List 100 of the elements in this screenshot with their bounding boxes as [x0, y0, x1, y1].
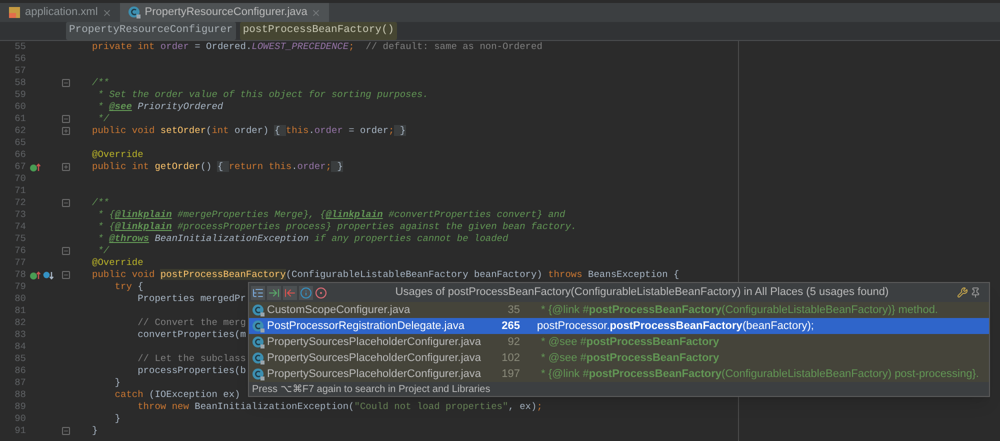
usage-snippet: * @see #postProcessBeanFactory — [540, 350, 720, 366]
code-line: } — [114, 412, 121, 426]
line-number: 60 — [14, 100, 26, 114]
line-number: 102 — [500, 350, 520, 366]
file-name: PropertySourcesPlaceholderConfigurer.java — [267, 366, 482, 382]
footer-hint: Press ⌥⌘F7 again to search in Project and Libraries — [252, 382, 490, 396]
class-file-icon — [252, 368, 265, 380]
code-line: // Convert the merg — [136, 316, 246, 330]
line-number: 86 — [14, 364, 26, 378]
code-line: } — [92, 424, 98, 438]
code-line: throw new BeanInitializationException("Could not load properties", ex); — [136, 400, 542, 414]
line-number: 83 — [14, 328, 26, 342]
overridden-marker-icon[interactable] — [43, 270, 54, 280]
usage-row[interactable]: PostProcessorRegistrationDelegate.java 265 postProcessor.postProcessBeanFactory(beanFactory); — [249, 318, 989, 334]
close-icon[interactable] — [102, 8, 112, 18]
fold-icon[interactable] — [62, 199, 70, 207]
file-name: CustomScopeConfigurer.java — [267, 302, 412, 318]
line-number: 84 — [14, 340, 26, 354]
line-number: 66 — [14, 148, 26, 162]
editor-tab[interactable]: PropertyResourceConfigurer.java — [120, 3, 330, 22]
file-name: PostProcessorRegistrationDelegate.java — [267, 318, 466, 334]
line-number: 87 — [14, 376, 26, 390]
info-icon[interactable] — [299, 286, 313, 300]
breadcrumb[interactable]: PropertyResourceConfigurer — [66, 22, 236, 40]
code-line: */ — [96, 244, 110, 258]
unfold-icon[interactable] — [62, 127, 70, 135]
record-icon[interactable] — [315, 286, 327, 298]
line-number: 35 — [506, 302, 520, 318]
xml-file-icon — [8, 6, 21, 19]
usage-row[interactable]: CustomScopeConfigurer.java 35 * {@link #postProcessBeanFactory(ConfigurableListableBeanFactory)} method. — [249, 302, 989, 318]
code-line: catch (IOException ex) — [114, 388, 240, 402]
line-number: 61 — [14, 112, 26, 126]
usage-snippet: * {@link #postProcessBeanFactory(ConfigurableListableBeanFactory)} method. — [540, 302, 938, 318]
line-number: 75 — [14, 232, 26, 246]
code-line: * @see PriorityOrdered — [96, 100, 224, 114]
line-number: 70 — [14, 172, 26, 186]
settings-icon[interactable] — [957, 287, 968, 298]
line-number: 79 — [14, 280, 26, 294]
fold-icon[interactable] — [62, 247, 70, 255]
code-line: * Set the order value of this object for sorting purposes. — [96, 88, 428, 102]
line-number: 58 — [14, 76, 26, 90]
code-line: public void setOrder(int order) { this.order = order; } — [92, 124, 406, 138]
code-line: * {@linkplain #processProperties process} properties against the given bean factory. — [96, 220, 577, 234]
code-line: Properties mergedPr — [136, 292, 246, 306]
line-number: 74 — [14, 220, 26, 234]
line-number: 85 — [14, 352, 26, 366]
line-number: 76 — [14, 244, 26, 258]
group-icon[interactable] — [251, 286, 265, 300]
usage-row[interactable]: PropertySourcesPlaceholderConfigurer.java 92 * @see #postProcessBeanFactory — [249, 334, 989, 350]
line-number: 72 — [14, 196, 26, 210]
close-icon[interactable] — [311, 8, 322, 18]
line-number: 57 — [14, 64, 26, 78]
code-line: try { — [114, 280, 144, 294]
code-line: * @throws BeanInitializationException if any properties cannot be loaded — [96, 232, 508, 246]
override-marker-icon[interactable] — [30, 270, 41, 280]
line-number: 89 — [14, 400, 26, 414]
code-line: @Override — [92, 148, 144, 162]
line-number: 65 — [14, 136, 26, 150]
usage-row[interactable]: PropertySourcesPlaceholderConfigurer.java 102 * @see #postProcessBeanFactory — [249, 350, 989, 366]
line-number: 71 — [14, 184, 26, 198]
class-file-icon — [252, 304, 265, 316]
line-number: 90 — [14, 412, 26, 426]
fold-icon[interactable] — [62, 79, 70, 87]
code-line: public int getOrder() { return this.order; } — [92, 160, 343, 174]
code-line: /** — [92, 196, 110, 210]
override-marker-icon[interactable] — [30, 162, 41, 172]
next-icon[interactable] — [267, 286, 281, 300]
fold-icon[interactable] — [62, 427, 70, 435]
popup-title: Usages of postProcessBeanFactory(ConfigurableListableBeanFactory) in All Places (5 usages found) — [394, 285, 890, 300]
line-number: 78 — [14, 268, 26, 282]
line-number: 73 — [14, 208, 26, 222]
line-number: 92 — [506, 334, 520, 350]
fold-icon[interactable] — [62, 115, 70, 123]
code-line: */ — [96, 112, 110, 126]
line-number: 56 — [14, 52, 26, 66]
line-number: 265 — [500, 318, 520, 334]
code-line: } — [114, 376, 121, 390]
fold-icon[interactable] — [62, 271, 70, 279]
class-file-icon — [252, 352, 265, 364]
code-line: processProperties(b — [136, 364, 246, 378]
previous-icon[interactable] — [283, 286, 297, 300]
editor-tab[interactable]: application.xml — [0, 3, 120, 22]
code-line: // Let the subclass — [136, 352, 246, 366]
line-number: 67 — [14, 160, 26, 174]
pin-icon[interactable] — [970, 287, 981, 298]
code-line: convertProperties(m — [136, 328, 246, 342]
usage-row[interactable]: PropertySourcesPlaceholderConfigurer.java 197 * {@link #postProcessBeanFactory(ConfigurableListableBeanFactory) post-processing}. — [249, 366, 989, 382]
class-file-icon — [128, 6, 141, 19]
unfold-icon[interactable] — [62, 163, 70, 171]
usage-snippet: * {@link #postProcessBeanFactory(ConfigurableListableBeanFactory) post-processing}. — [540, 366, 979, 382]
file-name: PropertySourcesPlaceholderConfigurer.java — [267, 334, 482, 350]
breadcrumb[interactable]: postProcessBeanFactory() — [240, 22, 398, 40]
line-number: 81 — [14, 304, 26, 318]
line-number: 91 — [14, 424, 26, 438]
line-number: 80 — [14, 292, 26, 306]
usage-snippet: * @see #postProcessBeanFactory — [540, 334, 720, 350]
line-number: 59 — [14, 88, 26, 102]
code-line: * {@linkplain #mergeProperties Merge}, {@linkplain #convertProperties convert} and — [96, 208, 566, 222]
line-number: 77 — [14, 256, 26, 270]
usage-snippet: postProcessor.postProcessBeanFactory(beanFactory); — [537, 318, 814, 334]
